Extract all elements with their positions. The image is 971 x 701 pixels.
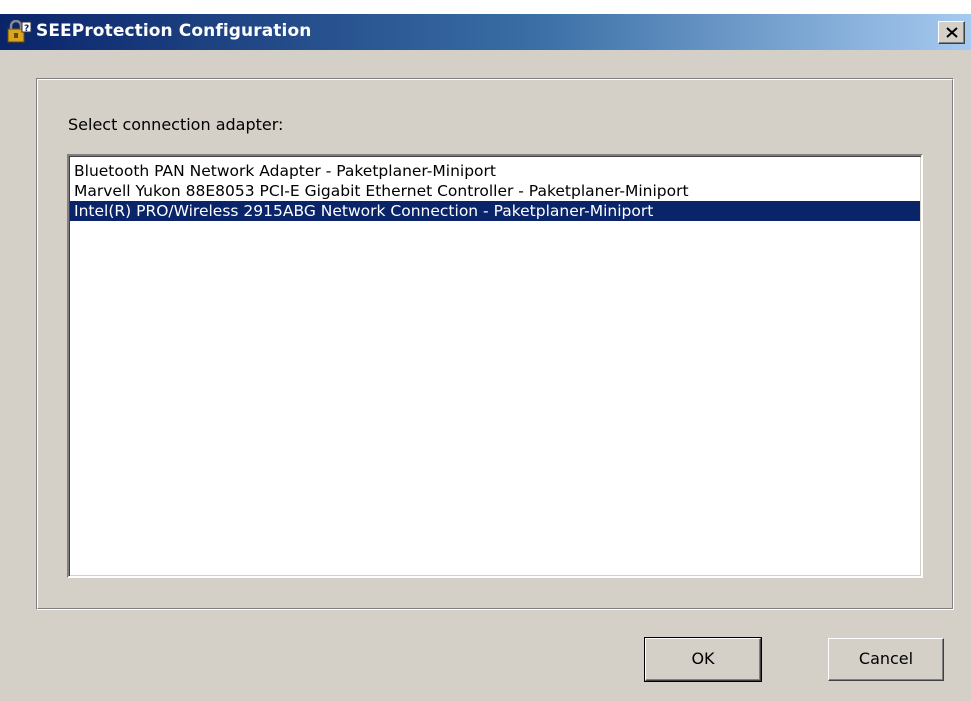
cancel-button[interactable]: Cancel <box>828 638 944 681</box>
prompt-label: Select connection adapter: <box>68 115 284 134</box>
list-item[interactable]: Bluetooth PAN Network Adapter - Paketpla… <box>70 161 920 181</box>
background-strip <box>0 0 971 14</box>
close-button[interactable] <box>938 21 965 44</box>
ok-button[interactable]: OK <box>644 637 762 682</box>
lock-config-icon: ? <box>6 19 32 44</box>
list-item-selected[interactable]: Intel(R) PRO/Wireless 2915ABG Network Co… <box>70 201 920 221</box>
window-title: SEEProtection Configuration <box>36 21 312 41</box>
adapter-listbox[interactable]: Bluetooth PAN Network Adapter - Paketpla… <box>67 154 923 578</box>
title-bar[interactable]: ? SEEProtection Configuration <box>0 14 971 50</box>
svg-text:?: ? <box>24 24 29 34</box>
close-icon <box>946 27 958 38</box>
list-item[interactable]: Marvell Yukon 88E8053 PCI-E Gigabit Ethe… <box>70 181 920 201</box>
